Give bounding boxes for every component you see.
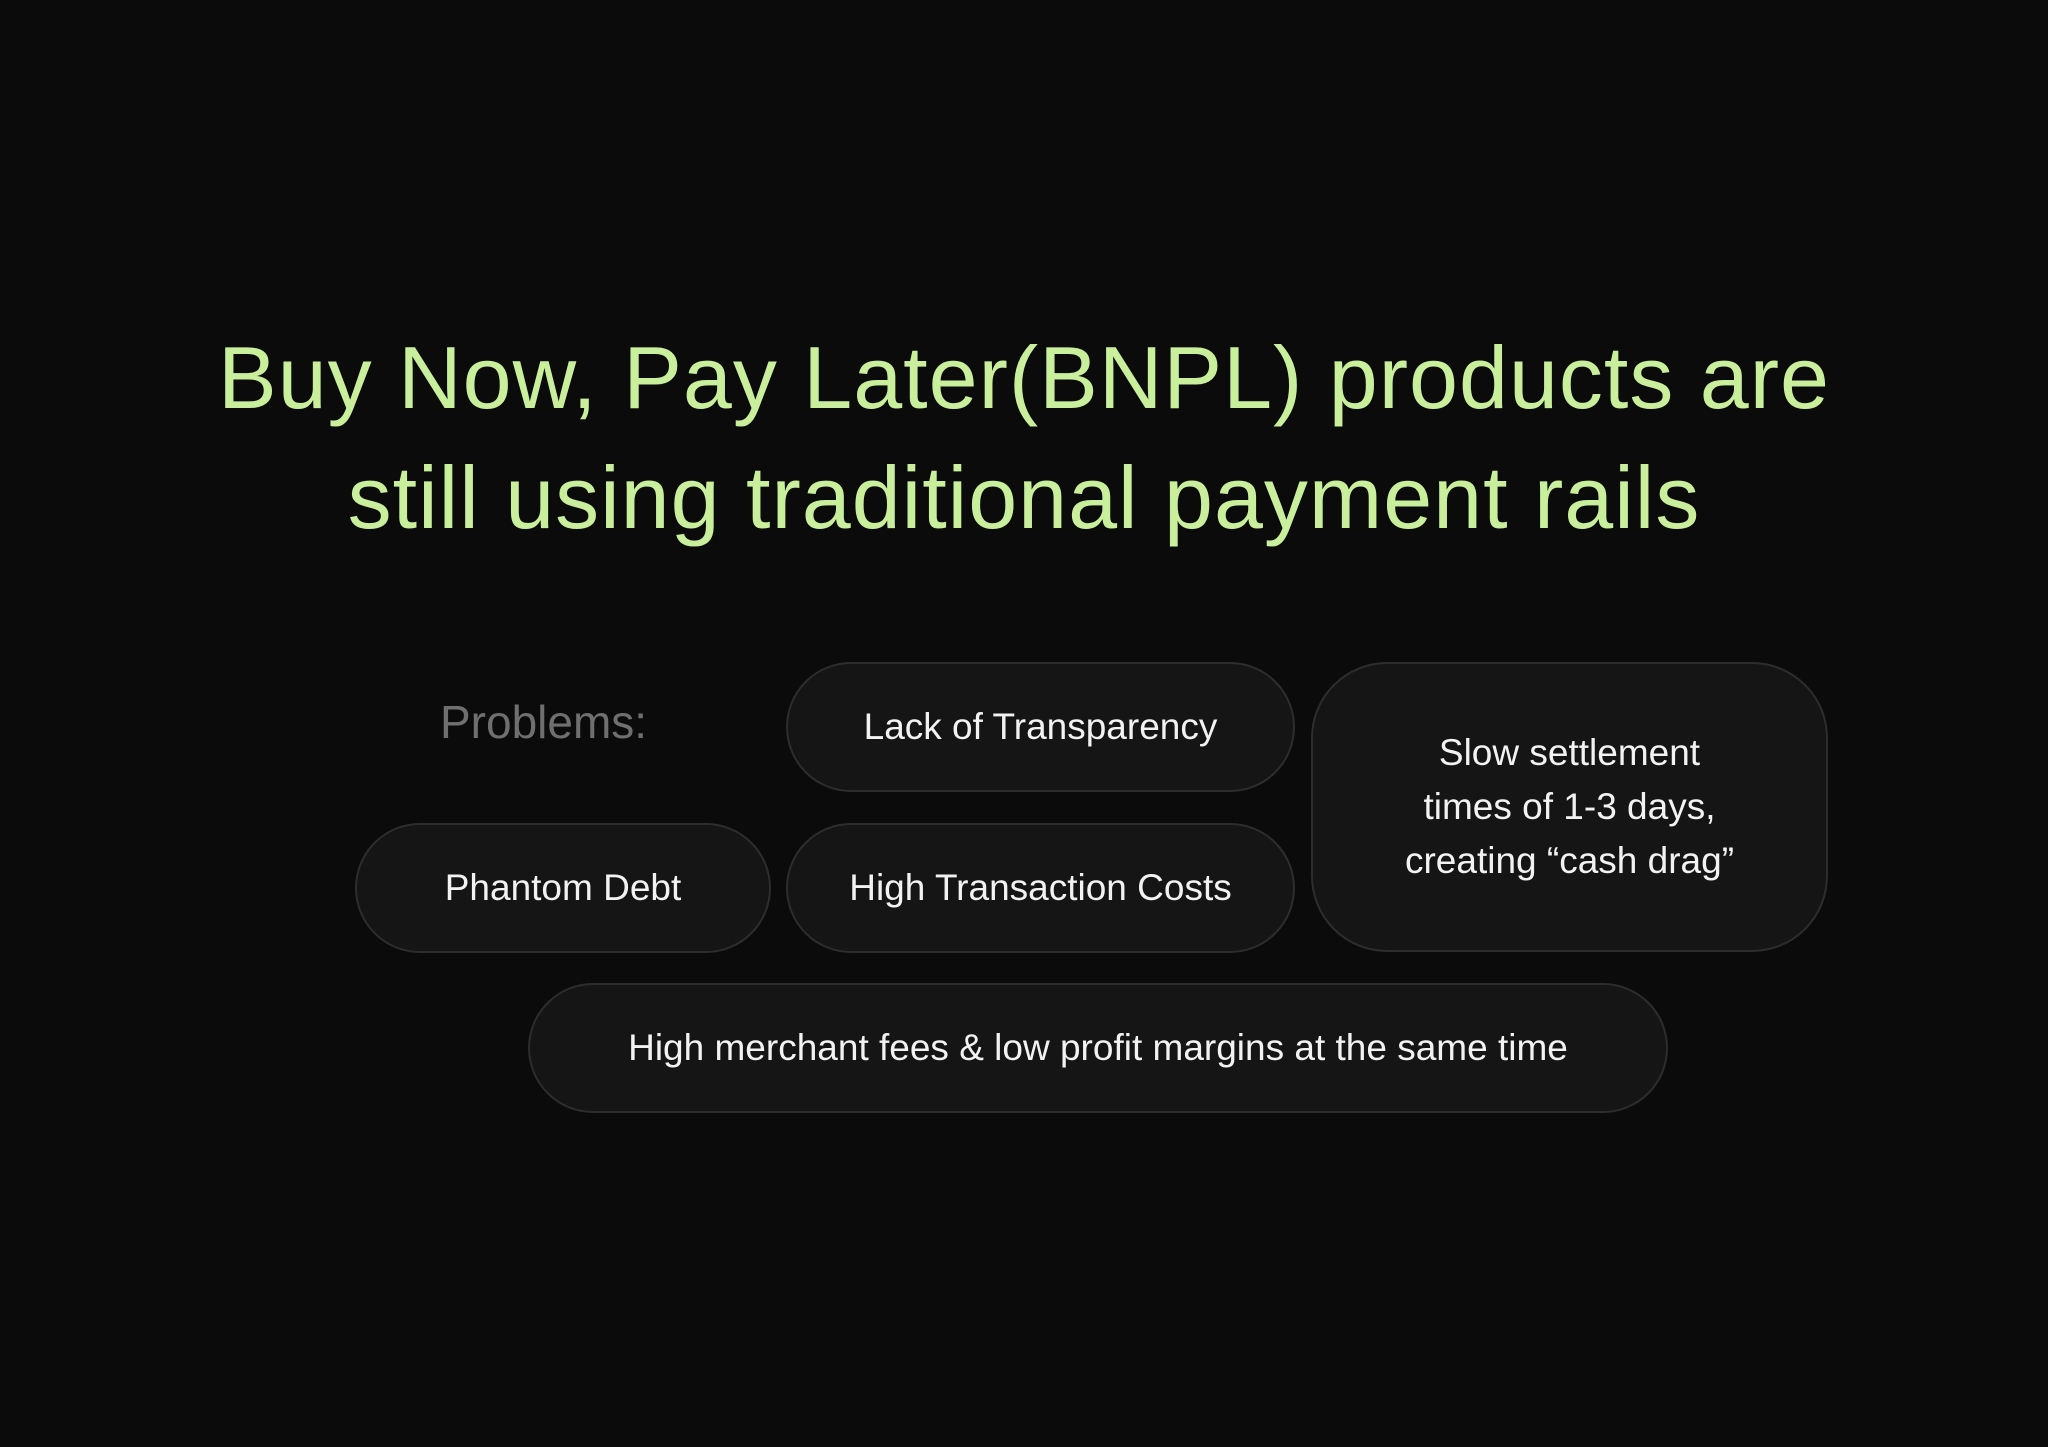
slide-title: Buy Now, Pay Later(BNPL) products are st… (0, 318, 2048, 558)
problems-label: Problems: (440, 696, 648, 748)
problem-pill-text-line-1: Slow settlement (1438, 732, 1701, 773)
problem-pill-high-merchant-fees: High merchant fees & low profit margins … (528, 983, 1668, 1113)
problem-pill-text: High Transaction Costs (849, 867, 1232, 908)
title-line-1: Buy Now, Pay Later(BNPL) products are (218, 328, 1830, 427)
problem-pill-text: Phantom Debt (444, 867, 682, 908)
title-line-2: still using traditional payment rails (347, 448, 1701, 547)
problem-pill-phantom-debt: Phantom Debt (355, 823, 771, 953)
problem-pill-slow-settlement: Slow settlement times of 1-3 days, creat… (1311, 662, 1828, 952)
problem-pill-text: Lack of Transparency (863, 706, 1218, 747)
problem-pill-text-line-3: creating “cash drag” (1404, 840, 1735, 881)
problem-pill-lack-of-transparency: Lack of Transparency (786, 662, 1295, 792)
problem-pill-text-block: Slow settlement times of 1-3 days, creat… (1405, 726, 1734, 888)
problem-pill-text: High merchant fees & low profit margins … (628, 1027, 1568, 1068)
problem-pill-high-transaction-costs: High Transaction Costs (786, 823, 1295, 953)
problem-pill-text-line-2: times of 1-3 days, (1423, 786, 1716, 827)
slide: Buy Now, Pay Later(BNPL) products are st… (0, 0, 2048, 1447)
